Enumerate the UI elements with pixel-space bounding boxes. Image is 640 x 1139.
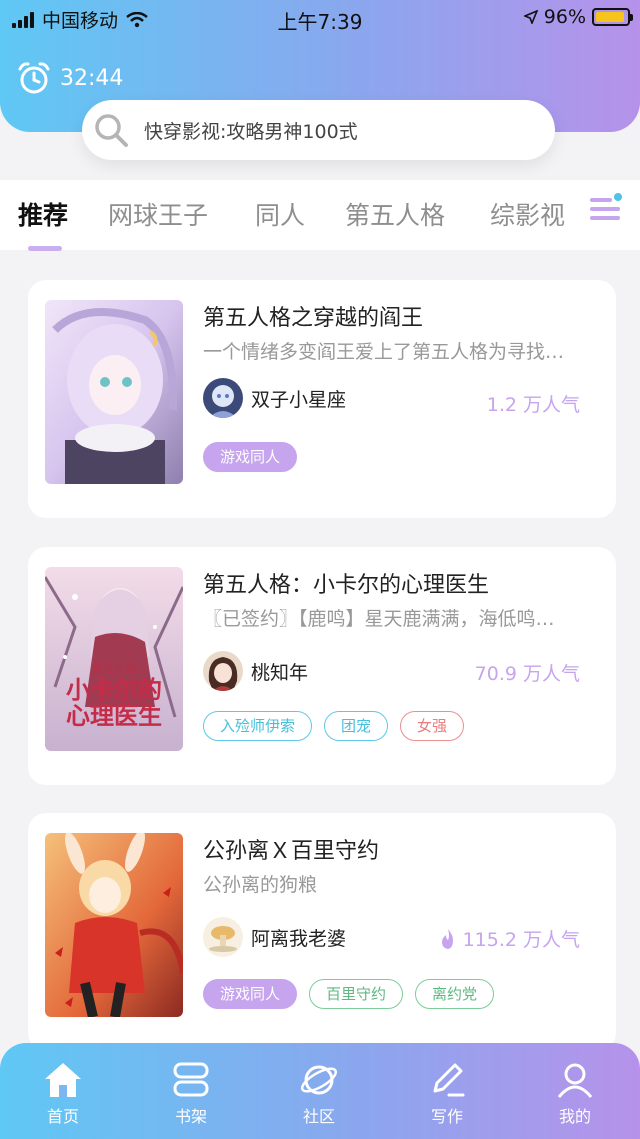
cover-title: 第五人格 小卡尔的 心理医生 bbox=[45, 663, 183, 728]
book-description: 〖已签约〗【鹿鸣】星天鹿满满，海低鸣… bbox=[203, 608, 555, 630]
popularity: 70.9 万人气 bbox=[475, 659, 580, 686]
timer-value: 32:44 bbox=[60, 65, 124, 91]
tab-identity-v[interactable]: 第五人格 bbox=[345, 196, 445, 232]
nav-label: 首页 bbox=[46, 1107, 79, 1126]
popularity: 115.2 万人气 bbox=[439, 925, 580, 952]
nav-write[interactable]: 写作 bbox=[402, 1061, 492, 1127]
category-tabs: 推荐 网球王子 同人 第五人格 综影视 bbox=[0, 180, 640, 251]
tab-recommend[interactable]: 推荐 bbox=[18, 196, 68, 232]
book-description: 公孙离的狗粮 bbox=[203, 874, 318, 896]
bottom-navigation: 首页 书架 社区 写作 我的 bbox=[0, 1043, 640, 1139]
tag[interactable]: 百里守约 bbox=[309, 979, 404, 1009]
author[interactable]: 阿离我老婆 bbox=[203, 917, 346, 957]
cover-title-line: 小卡尔的 bbox=[66, 675, 162, 704]
pen-icon bbox=[433, 1063, 465, 1097]
nav-bookshelf[interactable]: 书架 bbox=[146, 1061, 236, 1127]
tag-list: 游戏同人 百里守约 离约党 bbox=[203, 979, 495, 1009]
book-description: 一个情绪多变阎王爱上了第五人格为寻找… bbox=[203, 341, 565, 363]
nav-profile[interactable]: 我的 bbox=[530, 1061, 620, 1127]
book-title: 第五人格：小卡尔的心理医生 bbox=[203, 573, 490, 598]
active-tab-indicator bbox=[28, 246, 62, 251]
nav-label: 书架 bbox=[174, 1107, 207, 1126]
battery-percent: 96% bbox=[543, 6, 586, 28]
author-avatar bbox=[203, 378, 243, 418]
book-cover bbox=[45, 833, 183, 1017]
tag[interactable]: 女强 bbox=[400, 711, 465, 741]
author-name: 阿离我老婆 bbox=[251, 927, 347, 950]
tag-list: 游戏同人 bbox=[203, 442, 298, 472]
book-cover bbox=[45, 300, 183, 484]
author[interactable]: 双子小星座 bbox=[203, 378, 346, 418]
popularity-value: 1.2 万人气 bbox=[486, 394, 580, 416]
user-icon bbox=[557, 1063, 593, 1098]
planet-icon bbox=[300, 1065, 338, 1095]
tab-film-tv[interactable]: 综影视 bbox=[490, 196, 565, 232]
cover-title-line: 心理医生 bbox=[66, 701, 162, 730]
author-name: 桃知年 bbox=[251, 661, 309, 684]
tag-list: 入殓师伊索 团宠 女强 bbox=[203, 711, 465, 741]
battery-icon bbox=[592, 8, 633, 26]
book-title: 公孙离Ｘ百里守约 bbox=[203, 839, 380, 864]
nav-community[interactable]: 社区 bbox=[274, 1061, 364, 1127]
author-avatar bbox=[203, 651, 243, 691]
tab-tennis-prince[interactable]: 网球王子 bbox=[108, 196, 208, 232]
search-bar[interactable]: 快穿影视:攻略男神100式 bbox=[82, 100, 555, 160]
status-bar: 中国移动 上午7:39 96% bbox=[0, 0, 640, 36]
author-avatar bbox=[203, 917, 243, 957]
reading-timer[interactable]: 32:44 bbox=[16, 60, 123, 96]
tab-menu-icon[interactable] bbox=[588, 192, 622, 226]
cover-title-line: 第五人格 bbox=[92, 662, 136, 675]
tag[interactable]: 离约党 bbox=[415, 979, 495, 1009]
search-text: 快穿影视:攻略男神100式 bbox=[144, 120, 358, 143]
book-card[interactable]: 第五人格 小卡尔的 心理医生 第五人格：小卡尔的心理医生 〖已签约〗【鹿鸣】星天… bbox=[28, 547, 616, 785]
location-icon bbox=[523, 10, 538, 24]
popularity-value: 70.9 万人气 bbox=[474, 663, 580, 685]
flame-icon bbox=[441, 928, 453, 949]
nav-label: 社区 bbox=[302, 1107, 335, 1126]
popularity-value: 115.2 万人气 bbox=[462, 929, 580, 951]
author-name: 双子小星座 bbox=[251, 388, 347, 411]
tag[interactable]: 游戏同人 bbox=[203, 442, 298, 472]
alarm-clock-icon bbox=[18, 62, 50, 94]
bookshelf-icon bbox=[173, 1062, 209, 1097]
tag[interactable]: 入殓师伊索 bbox=[203, 711, 313, 741]
tag[interactable]: 团宠 bbox=[324, 711, 389, 741]
book-card[interactable]: 公孙离Ｘ百里守约 公孙离的狗粮 阿离我老婆 115.2 万人气 游戏同人 百里守… bbox=[28, 813, 616, 1051]
home-icon bbox=[45, 1063, 81, 1097]
book-cover: 第五人格 小卡尔的 心理医生 bbox=[45, 567, 183, 751]
book-title: 第五人格之穿越的阎王 bbox=[203, 306, 424, 331]
tab-fanfic[interactable]: 同人 bbox=[255, 196, 305, 232]
popularity: 1.2 万人气 bbox=[487, 390, 580, 417]
author[interactable]: 桃知年 bbox=[203, 651, 308, 691]
book-card[interactable]: 第五人格之穿越的阎王 一个情绪多变阎王爱上了第五人格为寻找… 双子小星座 1.2… bbox=[28, 280, 616, 518]
nav-label: 我的 bbox=[558, 1107, 591, 1126]
tag[interactable]: 游戏同人 bbox=[203, 979, 298, 1009]
nav-label: 写作 bbox=[430, 1107, 463, 1126]
search-icon bbox=[95, 114, 128, 147]
nav-home[interactable]: 首页 bbox=[18, 1061, 108, 1127]
